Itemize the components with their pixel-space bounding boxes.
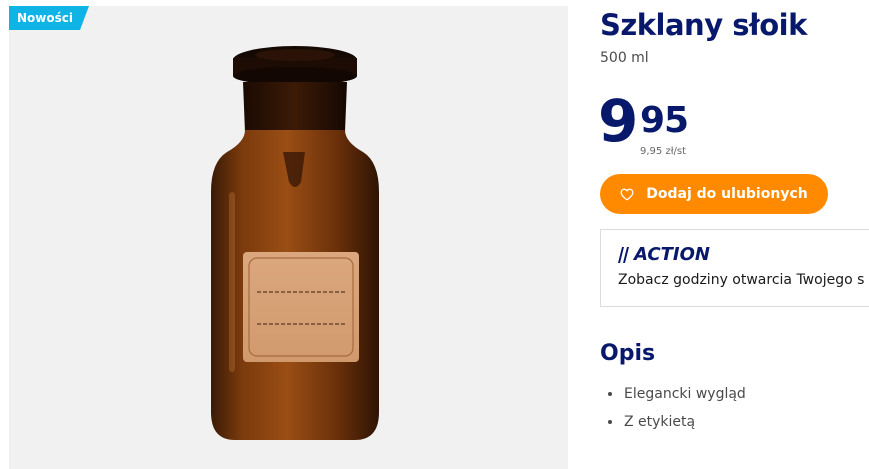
product-volume: 500 ml bbox=[600, 50, 649, 66]
description-title: Opis bbox=[600, 341, 656, 366]
action-logo-stripes-icon bbox=[618, 246, 629, 263]
feature-list: Elegancki wygląd Z etykietą bbox=[608, 384, 746, 440]
action-logo: ACTION bbox=[618, 244, 710, 265]
feature-text: Elegancki wygląd bbox=[624, 386, 746, 402]
store-hours-card[interactable]: ACTION Zobacz godziny otwarcia Twojego s bbox=[600, 229, 869, 307]
add-to-favorites-label: Dodaj do ulubionych bbox=[646, 186, 808, 202]
bullet-icon bbox=[608, 392, 612, 396]
add-to-favorites-button[interactable]: Dodaj do ulubionych bbox=[600, 174, 828, 214]
heart-icon bbox=[620, 188, 634, 201]
list-item: Z etykietą bbox=[608, 412, 746, 440]
price-cents: 95 bbox=[640, 100, 689, 141]
list-item: Elegancki wygląd bbox=[608, 384, 746, 412]
price-integer: 9 bbox=[598, 87, 638, 155]
new-badge: Nowości bbox=[9, 6, 89, 30]
action-logo-text: ACTION bbox=[634, 244, 710, 265]
product-title: Szklany słoik bbox=[600, 8, 807, 42]
amber-jar-image bbox=[211, 46, 379, 440]
store-hours-link[interactable]: Zobacz godziny otwarcia Twojego s bbox=[618, 272, 864, 288]
unit-price: 9,95 zł/st bbox=[640, 146, 687, 157]
product-image[interactable]: Nowości bbox=[9, 6, 568, 469]
bullet-icon bbox=[608, 420, 612, 424]
feature-text: Z etykietą bbox=[624, 414, 696, 430]
